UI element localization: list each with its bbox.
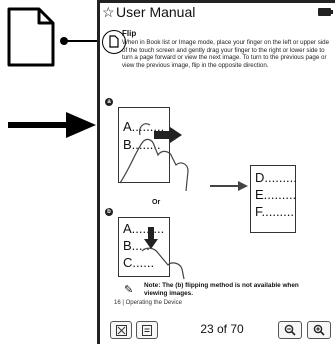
battery-icon <box>318 8 333 16</box>
callout-document-icon <box>7 7 55 67</box>
callout-pointer-line <box>66 40 98 42</box>
or-label: Or <box>152 199 161 206</box>
page-indicator: 23 of 70 <box>200 322 244 336</box>
document-icon <box>109 35 119 48</box>
grid-icon <box>115 324 127 336</box>
title-bar: ☆ User Manual <box>100 3 335 23</box>
note-text: Note: The (b) flipping method is not ava… <box>144 282 299 297</box>
device-screen: ☆ User Manual Flip When in Book list or … <box>97 0 335 344</box>
page-icon <box>142 324 152 336</box>
result-arrow-icon <box>210 181 248 191</box>
app-title: User Manual <box>116 4 196 20</box>
footer-page-reference: 16 | Operating the Device <box>114 300 182 306</box>
section-heading: Flip <box>122 29 137 38</box>
hand-swipe-down-illustration <box>141 227 185 280</box>
bottom-toolbar: 23 of 70 <box>100 316 335 344</box>
zoom-in-button[interactable] <box>307 321 331 339</box>
star-icon[interactable]: ☆ <box>102 5 115 19</box>
illustration-result-page: D......... E......... F......... <box>250 165 297 233</box>
result-line-1: D......... <box>255 170 297 185</box>
section-description: When in Book list or Image mode, place y… <box>122 39 330 69</box>
step-a-marker: a <box>105 98 113 106</box>
right-arrow-icon <box>8 112 96 138</box>
step-b-marker: b <box>105 208 113 216</box>
zoom-out-icon <box>284 324 296 336</box>
result-line-3: F......... <box>255 204 295 219</box>
bookmark-button[interactable] <box>136 321 158 339</box>
zoom-out-button[interactable] <box>278 321 302 339</box>
zoom-in-icon <box>313 324 325 336</box>
grid-view-button[interactable] <box>110 321 132 339</box>
result-line-2: E......... <box>255 187 297 202</box>
note-pencil-icon: ✎ <box>124 284 134 296</box>
hand-swipe-right-illustration <box>119 123 189 192</box>
